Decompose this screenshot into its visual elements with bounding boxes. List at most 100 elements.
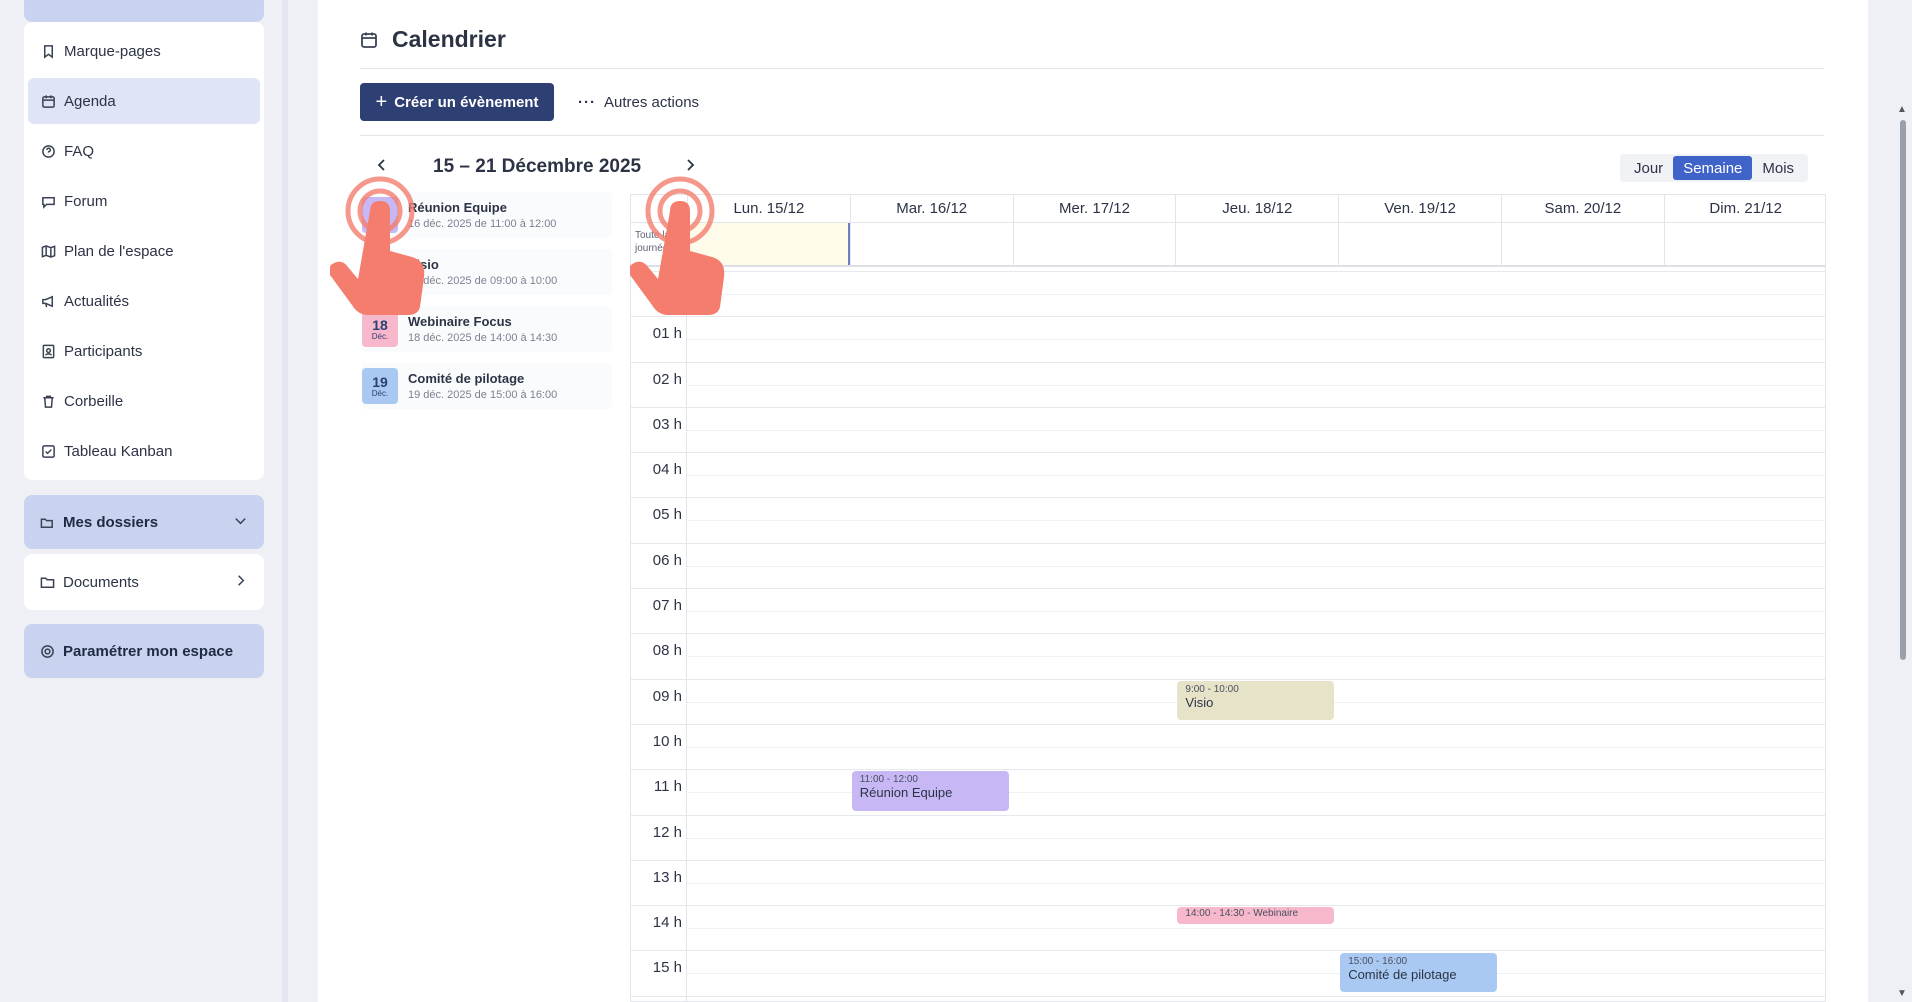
- sidebar: Marque-pages Agenda FAQ Forum Plan de l'espa…: [0, 0, 288, 1002]
- hour-label: 08 h: [631, 634, 687, 679]
- hour-label: 03 h: [631, 407, 687, 453]
- hour-slot[interactable]: [687, 317, 1825, 361]
- sidebar-nav: Marque-pages Agenda FAQ Forum Plan de l'espa…: [24, 22, 264, 480]
- scrollbar-thumb[interactable]: [1900, 120, 1906, 660]
- hour-slot[interactable]: [687, 861, 1825, 905]
- view-semaine-button[interactable]: Semaine: [1673, 156, 1753, 180]
- calendar-event[interactable]: 9:00 - 10:00 Visio: [1177, 680, 1335, 720]
- chevron-right-icon: [687, 159, 695, 171]
- sidebar-item-marque-pages[interactable]: Marque-pages: [28, 28, 260, 74]
- sidebar-item-agenda[interactable]: Agenda: [28, 78, 260, 124]
- hour-slot[interactable]: [687, 634, 1825, 678]
- settings-button[interactable]: Paramétrer mon espace: [24, 624, 264, 678]
- calendar-event[interactable]: 11:00 - 12:00 Réunion Equipe: [851, 771, 1009, 811]
- calendar-icon: [361, 32, 377, 48]
- day-header[interactable]: Jeu. 18/12: [1175, 195, 1338, 222]
- event-date-badge: 18 Déc.: [362, 311, 398, 347]
- day-header[interactable]: Mar. 16/12: [849, 195, 1013, 222]
- upcoming-event-item[interactable]: 19 Déc. Comité de pilotage 19 déc. 2025 …: [362, 363, 612, 409]
- hour-row: 11 h: [631, 769, 1825, 815]
- hour-slot[interactable]: [687, 498, 1825, 542]
- sidebar-item-tableau-kanban[interactable]: Tableau Kanban: [28, 428, 260, 474]
- event-date-badge: 19 Déc.: [362, 368, 398, 404]
- view-mois-button[interactable]: Mois: [1752, 156, 1804, 180]
- hour-row: 04 h: [631, 452, 1825, 498]
- hour-slot[interactable]: [687, 544, 1825, 588]
- hour-label: 11 h: [631, 770, 687, 815]
- hour-slot[interactable]: [687, 997, 1825, 1001]
- day-header[interactable]: Mer. 17/12: [1012, 195, 1176, 222]
- event-text: Webinaire Focus 18 déc. 2025 de 14:00 à …: [408, 314, 557, 344]
- allday-cell[interactable]: [1663, 223, 1825, 265]
- hour-slot[interactable]: [687, 816, 1825, 860]
- create-event-button[interactable]: + Créer un évènement: [360, 83, 554, 121]
- hour-row: 02 h: [631, 361, 1825, 407]
- event-title: Visio: [1185, 694, 1214, 710]
- hour-label: 15 h: [631, 951, 687, 996]
- hour-slot[interactable]: [687, 725, 1825, 769]
- kanban-icon: [40, 443, 56, 459]
- hour-label: 06 h: [631, 543, 687, 589]
- hour-row: 06 h: [631, 542, 1825, 589]
- allday-cell[interactable]: [1500, 223, 1664, 265]
- half-hour-line: [687, 928, 1825, 930]
- day-header[interactable]: Dim. 21/12: [1663, 195, 1825, 222]
- half-hour-line: [687, 520, 1825, 522]
- plus-icon: +: [375, 90, 388, 113]
- event-title: Webinaire Focus: [408, 314, 512, 329]
- chat-icon: [40, 193, 56, 209]
- my-folders-toggle[interactable]: Mes dossiers: [24, 495, 264, 549]
- hour-slot[interactable]: [687, 272, 1825, 316]
- sidebar-item-label: Forum: [64, 192, 108, 210]
- scroll-down-arrow[interactable]: ▼: [1897, 988, 1907, 999]
- week-calendar: Lun. 15/12 Mar. 16/12 Mer. 17/12 Jeu. 18/12…: [630, 194, 1826, 1002]
- tap-hand-icon: [330, 176, 425, 315]
- more-actions-button[interactable]: ··· Autres actions: [578, 83, 699, 121]
- sidebar-item-forum[interactable]: Forum: [28, 178, 260, 224]
- day-header[interactable]: Sam. 20/12: [1500, 195, 1664, 222]
- create-event-label: Créer un évènement: [394, 93, 539, 111]
- event-day: 18: [372, 316, 388, 333]
- hour-row: 13 h: [631, 859, 1825, 906]
- page-title-text: Calendrier: [392, 26, 506, 52]
- half-hour-line: [687, 973, 1825, 975]
- event-time: 11:00 - 12:00: [859, 774, 918, 786]
- contacts-icon: [40, 343, 56, 359]
- sidebar-item-label: Agenda: [64, 92, 116, 110]
- allday-cell[interactable]: [1338, 223, 1501, 265]
- documents-label: Documents: [63, 573, 139, 591]
- hour-slot[interactable]: [687, 951, 1825, 995]
- calendar-event[interactable]: 14:00 - 14:30 - Webinaire: [1177, 907, 1335, 924]
- hour-row: 15 h: [631, 950, 1825, 996]
- help-icon: [40, 143, 56, 159]
- scroll-up-arrow[interactable]: ▲: [1897, 104, 1907, 115]
- allday-cell[interactable]: [1012, 223, 1176, 265]
- my-folders-label: Mes dossiers: [63, 513, 159, 531]
- allday-cell[interactable]: [1175, 223, 1338, 265]
- view-jour-button[interactable]: Jour: [1624, 156, 1673, 180]
- chevron-right-icon: [233, 573, 248, 592]
- sidebar-item-participants[interactable]: Participants: [28, 328, 260, 374]
- chevron-down-icon: [233, 513, 248, 532]
- main-panel: Calendrier + Créer un évènement ··· Autr…: [318, 0, 1868, 1002]
- allday-cell[interactable]: [849, 223, 1013, 265]
- hour-slot[interactable]: [687, 408, 1825, 452]
- sidebar-item-plan-de-l-espace[interactable]: Plan de l'espace: [28, 228, 260, 274]
- event-day: 19: [372, 373, 388, 390]
- sidebar-item-actualites[interactable]: Actualités: [28, 278, 260, 324]
- half-hour-line: [687, 656, 1825, 658]
- sidebar-top-stub[interactable]: [24, 0, 264, 22]
- day-header[interactable]: Ven. 19/12: [1338, 195, 1501, 222]
- hour-slot[interactable]: [687, 589, 1825, 633]
- more-actions-label: Autres actions: [604, 93, 700, 111]
- tap-hand-icon: [630, 176, 725, 315]
- calendar-header: Lun. 15/12 Mar. 16/12 Mer. 17/12 Jeu. 18/12…: [631, 195, 1825, 223]
- half-hour-line: [687, 429, 1825, 431]
- hour-slot[interactable]: [687, 363, 1825, 407]
- documents-item[interactable]: Documents: [24, 554, 264, 610]
- sidebar-item-corbeille[interactable]: Corbeille: [28, 378, 260, 424]
- calendar-event[interactable]: 15:00 - 16:00 Comité de pilotage: [1340, 952, 1497, 992]
- hour-slot[interactable]: [687, 453, 1825, 497]
- sidebar-item-faq[interactable]: FAQ: [28, 128, 260, 174]
- hour-label: 16 h: [631, 996, 687, 1001]
